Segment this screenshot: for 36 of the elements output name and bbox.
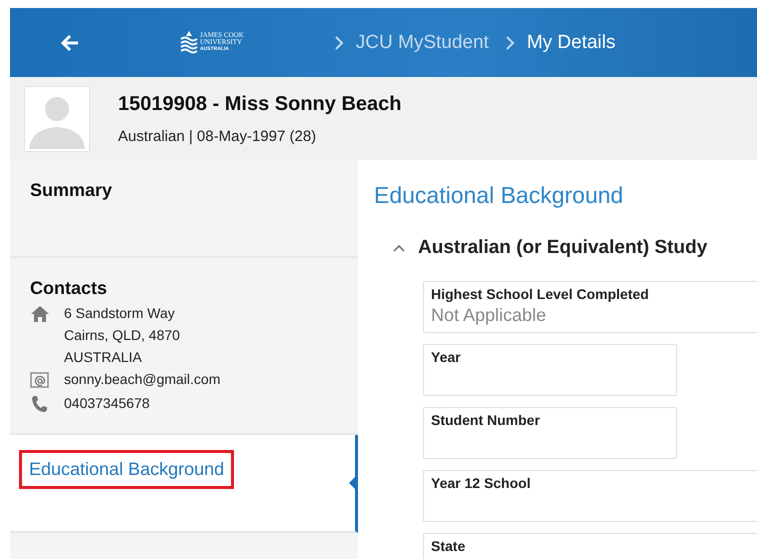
chevron-icon [504, 34, 515, 50]
section-heading: Australian (or Equivalent) Study [418, 237, 708, 259]
sidebar-link[interactable]: Contacts [30, 278, 108, 299]
field-label: State [431, 538, 466, 554]
email-icon [30, 371, 50, 389]
form-field[interactable]: Year [423, 344, 677, 396]
caret-icon[interactable] [392, 243, 406, 253]
logo-icon [180, 30, 198, 56]
field-value: Not Applicable [431, 305, 548, 326]
contact-text: Cairns, QLD, 4870 [64, 327, 180, 343]
back-arrow-icon[interactable] [60, 34, 80, 52]
breadcrumb-link[interactable]: My Details [526, 32, 616, 54]
form-field[interactable]: Year 12 School [423, 470, 757, 522]
contact-text: AUSTRALIA [64, 349, 143, 365]
house-icon [30, 305, 50, 323]
sidebar-link[interactable]: Educational Background [22, 453, 232, 486]
field-label: Year [431, 349, 462, 365]
contact-text: 04037345678 [64, 395, 150, 411]
pointer-icon [349, 477, 355, 489]
contact-text: sonny.beach@gmail.com [64, 371, 220, 387]
phone-icon [30, 395, 50, 413]
form-field[interactable]: State [423, 533, 757, 559]
student-name: 15019908 - Miss Sonny Beach [118, 92, 402, 116]
form-field[interactable]: Highest School Level Completed Not Applicable [423, 281, 757, 333]
field-label: Year 12 School [431, 475, 532, 491]
field-label: Highest School Level Completed [431, 286, 650, 302]
sidebar-link[interactable]: Summary [30, 180, 112, 201]
field-label: Student Number [431, 412, 541, 428]
avatar-silhouette [24, 86, 90, 152]
sidebar-item[interactable]: Summary [10, 160, 358, 258]
chevron-icon [334, 34, 344, 50]
page-heading: Educational Background [374, 182, 624, 209]
sidebar-item[interactable]: Educational Background [10, 435, 358, 533]
student-details: Australian | 08-May-1997 (28) [118, 128, 318, 144]
contact-text: 6 Sandstorm Way [64, 305, 176, 321]
form-field[interactable]: Student Number [423, 407, 677, 459]
